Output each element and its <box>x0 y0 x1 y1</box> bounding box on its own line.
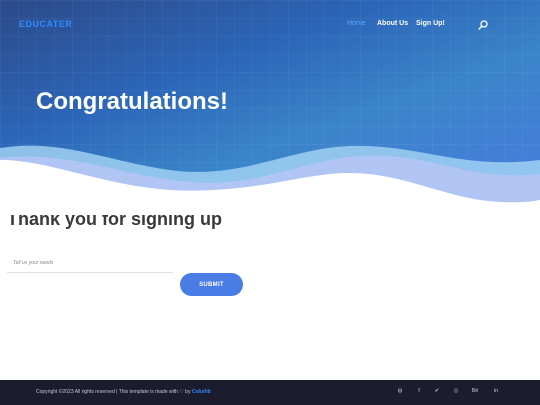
behance-icon[interactable]: Bē <box>470 388 480 394</box>
hero-section: EDUCATER Home About Us Sign Up! Congratu… <box>0 0 540 215</box>
hero-title: Congratulations! <box>36 88 228 115</box>
dribbble-icon[interactable]: ◍ <box>395 388 405 394</box>
twitter-icon[interactable]: ✔ <box>432 388 442 394</box>
needs-input[interactable] <box>7 254 173 273</box>
hero-waves <box>0 145 540 215</box>
footer: Copyright ©2023 All rights reserved | Th… <box>0 380 540 405</box>
heart-icon: ♡ <box>179 389 184 395</box>
footer-copyright: Copyright ©2023 All rights reserved | Th… <box>36 389 211 395</box>
search-icon[interactable] <box>478 20 488 30</box>
facebook-icon[interactable]: f <box>414 388 424 394</box>
navbar: EDUCATER Home About Us Sign Up! <box>0 0 540 50</box>
nav-link-sign-up[interactable]: Sign Up! <box>416 20 445 27</box>
nav-link-about-us[interactable]: About Us <box>377 20 408 27</box>
copyright-text: Copyright ©2023 All rights reserved | Th… <box>36 389 178 395</box>
instagram-icon[interactable]: ◎ <box>451 388 461 394</box>
colorlib-link[interactable]: Colorlib <box>192 389 211 395</box>
nav-link-home[interactable]: Home <box>347 20 366 27</box>
by-text: by <box>185 389 191 395</box>
linkedin-icon[interactable]: in <box>491 388 501 394</box>
brand-logo[interactable]: EDUCATER <box>19 19 72 29</box>
page: EDUCATER Home About Us Sign Up! Congratu… <box>0 0 540 405</box>
submit-button[interactable]: SUBMIT <box>180 273 243 296</box>
